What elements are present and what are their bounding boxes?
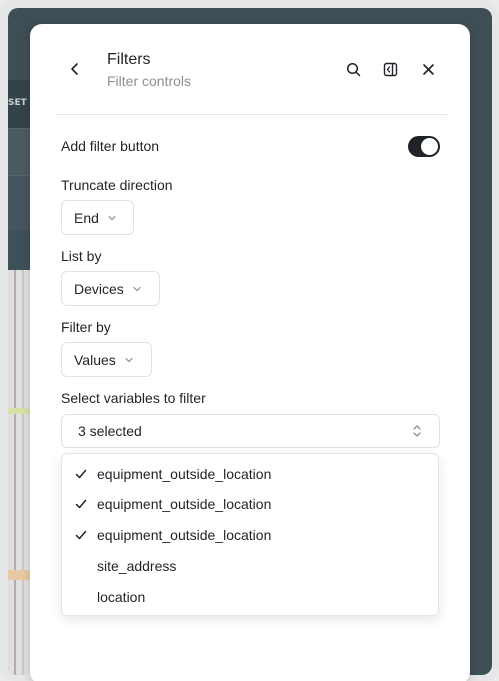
map-road xyxy=(22,270,24,675)
variable-option[interactable]: equipment_outside_location xyxy=(62,519,438,550)
list-by-value: Devices xyxy=(74,280,124,297)
back-button[interactable] xyxy=(64,58,86,80)
filter-by-value: Values xyxy=(74,351,116,368)
variable-option-label: site_address xyxy=(97,558,177,574)
list-by-label: List by xyxy=(61,248,102,264)
panel-title: Filters xyxy=(107,51,151,68)
variable-option-label: equipment_outside_location xyxy=(97,496,272,512)
add-filter-label: Add filter button xyxy=(61,138,160,154)
variable-option[interactable]: equipment_outside_location xyxy=(62,458,438,489)
checkmark-icon xyxy=(74,497,88,511)
chevron-down-icon xyxy=(132,284,142,294)
variables-summary: 3 selected xyxy=(78,423,142,439)
chevron-updown-icon xyxy=(411,423,423,442)
panel-subtitle: Filter controls xyxy=(107,73,192,89)
filters-panel: Filters Filter controls Add filter butto… xyxy=(30,24,470,681)
truncate-direction-label: Truncate direction xyxy=(61,177,173,193)
chevron-down-icon xyxy=(124,355,134,365)
toggle-knob xyxy=(421,138,438,155)
filter-by-select[interactable]: Values xyxy=(61,342,152,377)
checkmark-icon xyxy=(74,467,88,481)
background-toolbar-label: SET xyxy=(8,98,27,108)
variable-option[interactable]: site_address xyxy=(62,550,438,581)
sidebar-collapse-icon xyxy=(383,62,397,76)
variable-option-label: equipment_outside_location xyxy=(97,466,272,482)
variables-label: Select variables to filter xyxy=(61,390,206,406)
collapse-sidebar-button[interactable] xyxy=(379,58,401,80)
list-by-select[interactable]: Devices xyxy=(61,271,160,306)
close-button[interactable] xyxy=(417,58,439,80)
map-road xyxy=(14,270,16,675)
variables-multiselect[interactable]: 3 selected xyxy=(61,414,440,448)
checkmark-icon xyxy=(74,528,88,542)
search-button[interactable] xyxy=(342,58,364,80)
truncate-direction-value: End xyxy=(74,209,99,226)
filter-by-label: Filter by xyxy=(61,319,111,335)
search-icon xyxy=(346,62,360,76)
back-chevron-icon xyxy=(71,63,78,75)
variable-option-label: location xyxy=(97,589,146,605)
variables-dropdown: equipment_outside_location equipment_outs… xyxy=(61,453,439,616)
truncate-direction-select[interactable]: End xyxy=(61,200,134,235)
variable-option[interactable]: location xyxy=(62,581,438,612)
header-divider xyxy=(55,114,447,115)
add-filter-toggle[interactable] xyxy=(408,136,440,157)
variable-option-label: equipment_outside_location xyxy=(97,527,272,543)
variable-option[interactable]: equipment_outside_location xyxy=(62,488,438,519)
close-icon xyxy=(422,63,434,75)
chevron-down-icon xyxy=(107,213,117,223)
